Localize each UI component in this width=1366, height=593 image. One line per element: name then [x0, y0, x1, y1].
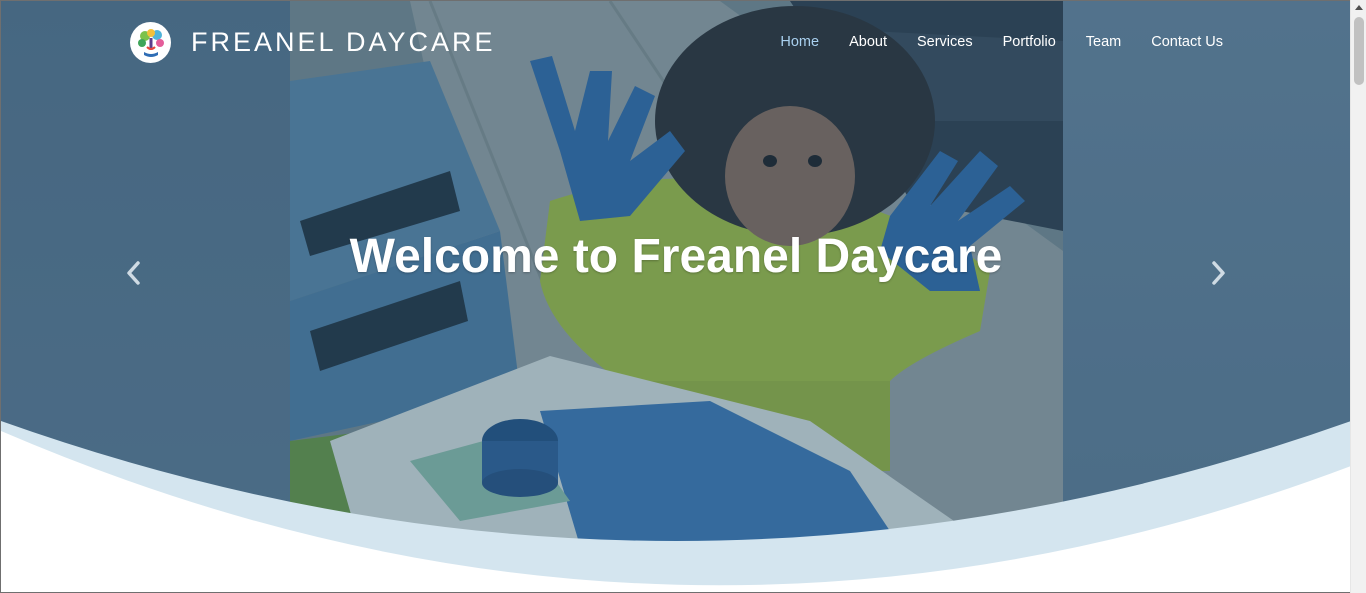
nav-portfolio[interactable]: Portfolio — [1003, 34, 1056, 50]
brand-name: FREANEL DAYCARE — [191, 27, 496, 57]
nav-about[interactable]: About — [849, 34, 887, 50]
nav-team[interactable]: Team — [1086, 34, 1121, 50]
scrollbar-thumb[interactable] — [1354, 17, 1364, 85]
main-menu: Home About Services Portfolio Team Conta… — [750, 34, 1223, 50]
logo-graphic — [137, 28, 164, 57]
tree-hand-logo-icon — [130, 22, 171, 63]
top-navbar: FREANEL DAYCARE Home About Services Port… — [1, 1, 1350, 85]
hero-headline: Welcome to Freanel Daycare — [349, 230, 1003, 283]
browser-viewport: Welcome to Freanel Daycare FREANEL DAYCA… — [0, 0, 1350, 593]
scroll-up-arrow-icon[interactable] — [1355, 5, 1363, 10]
brand[interactable]: FREANEL DAYCARE — [130, 22, 496, 63]
vertical-scrollbar[interactable] — [1350, 0, 1366, 593]
nav-contact-us[interactable]: Contact Us — [1151, 34, 1223, 50]
nav-services[interactable]: Services — [917, 34, 973, 50]
nav-home[interactable]: Home — [780, 34, 819, 50]
